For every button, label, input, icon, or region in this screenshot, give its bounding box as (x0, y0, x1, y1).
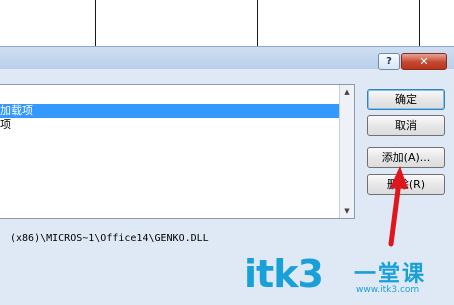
watermark-logo: itk3 (244, 252, 324, 296)
watermark-url: www.itk3.com (356, 285, 420, 295)
watermark-chinese: 一堂课 (354, 262, 427, 287)
